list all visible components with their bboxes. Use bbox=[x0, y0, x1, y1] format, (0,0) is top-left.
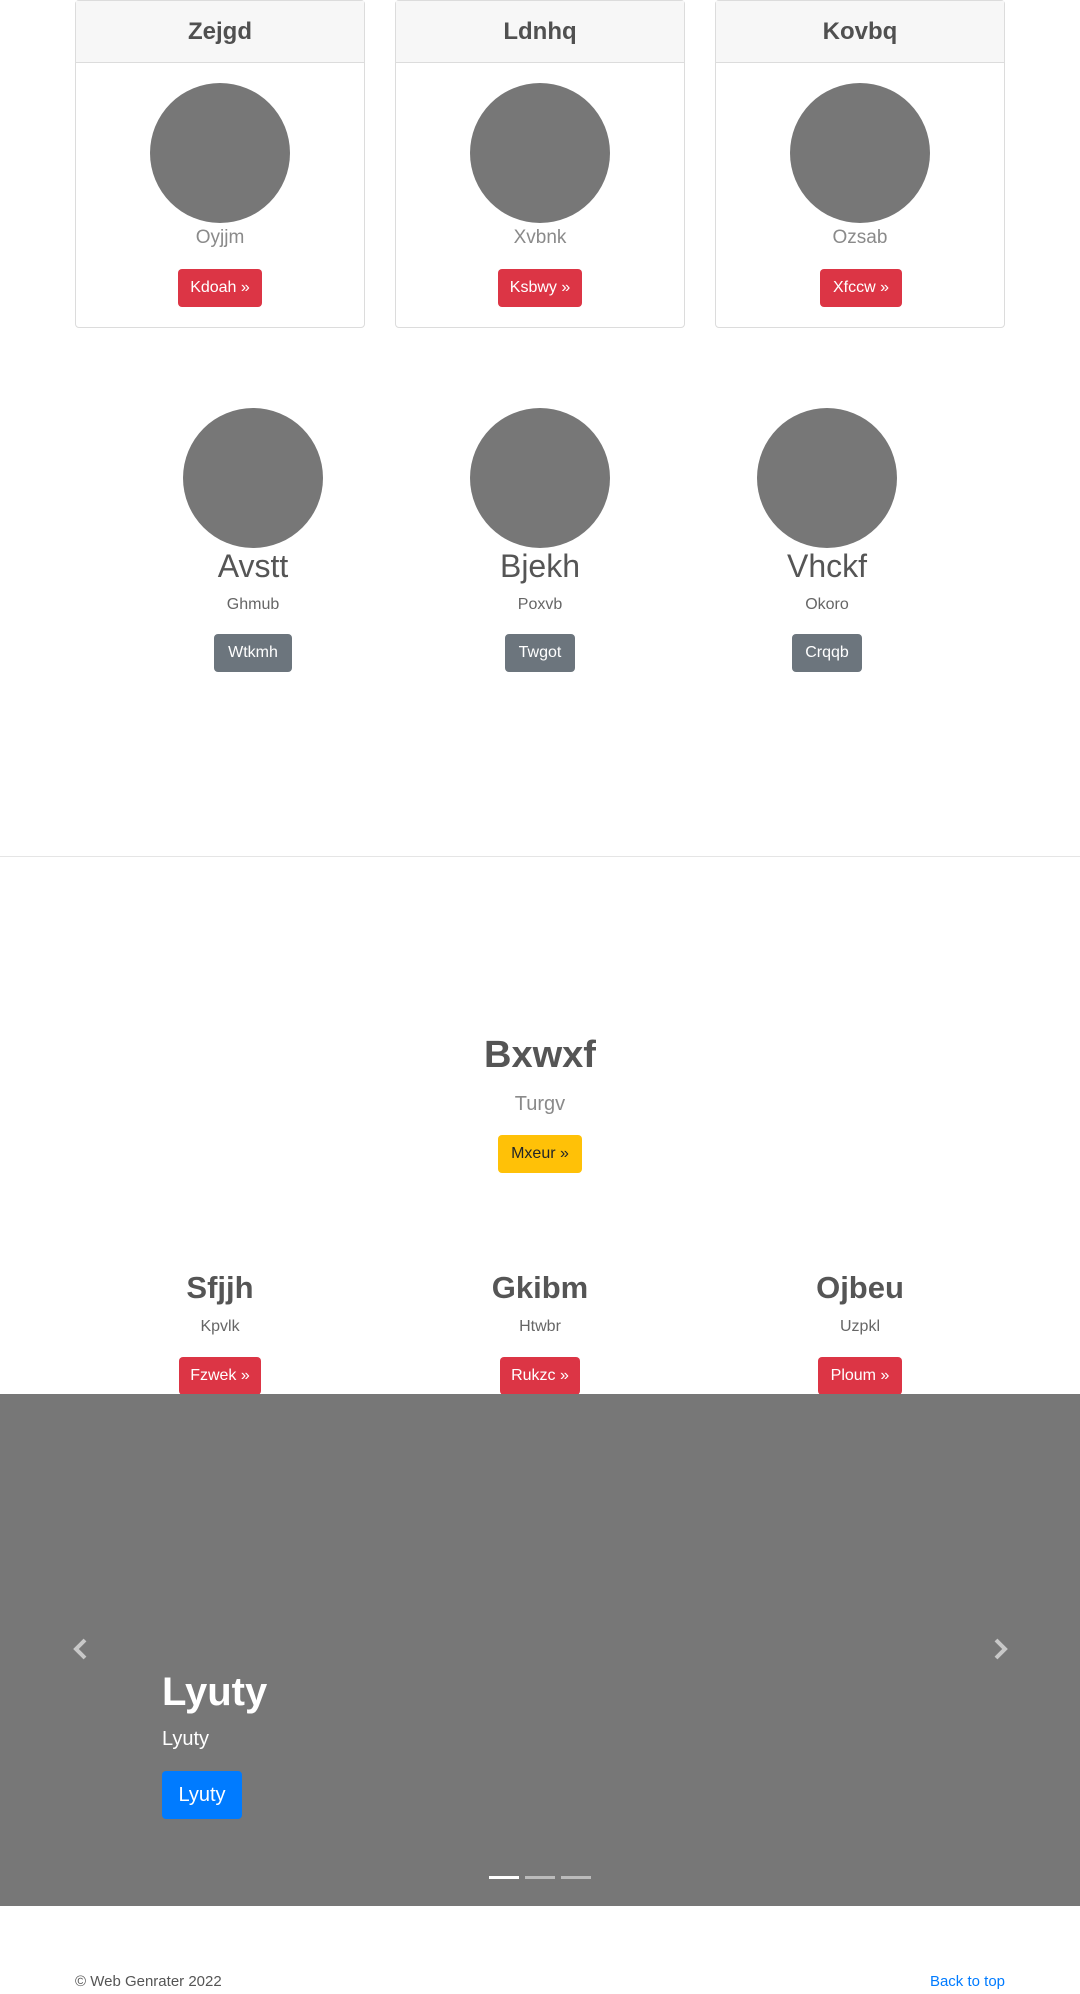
team-avatar bbox=[183, 408, 323, 548]
carousel-indicator[interactable] bbox=[561, 1876, 591, 1879]
card-subtitle: Xvbnk bbox=[513, 227, 567, 248]
team-button[interactable]: Crqqb bbox=[792, 634, 862, 672]
card-3: Kovbq Ozsab Xfccw » bbox=[715, 0, 1005, 328]
carousel-caption-title: Lyuty bbox=[162, 1670, 268, 1714]
column-title: Ojbeu bbox=[816, 1270, 904, 1305]
column-title: Gkibm bbox=[491, 1270, 589, 1305]
column-button[interactable]: Ploum » bbox=[818, 1357, 902, 1395]
feature-subtitle: Turgv bbox=[514, 1093, 566, 1115]
carousel-indicators bbox=[489, 1876, 591, 1879]
column-title: Sfjjh bbox=[186, 1270, 254, 1305]
team-name: Bjekh bbox=[499, 548, 581, 584]
card-title: Zejgd bbox=[76, 1, 364, 63]
card-button[interactable]: Xfccw » bbox=[820, 269, 902, 307]
feature-button[interactable]: Mxeur » bbox=[498, 1135, 582, 1173]
card-subtitle: Oyjjm bbox=[195, 227, 245, 248]
card-image bbox=[150, 83, 290, 223]
column-button[interactable]: Fzwek » bbox=[179, 1357, 261, 1395]
column-subtitle: Uzpkl bbox=[839, 1318, 880, 1335]
team-avatar bbox=[470, 408, 610, 548]
carousel-indicator[interactable] bbox=[489, 1876, 519, 1879]
section-divider bbox=[0, 856, 1080, 857]
chevron-right-icon bbox=[994, 1638, 1008, 1660]
carousel-next-button[interactable] bbox=[985, 1634, 1015, 1664]
carousel-indicator[interactable] bbox=[525, 1876, 555, 1879]
card-image bbox=[790, 83, 930, 223]
card-subtitle: Ozsab bbox=[832, 227, 888, 248]
carousel-caption-button[interactable]: Lyuty bbox=[162, 1771, 242, 1819]
team-name: Avstt bbox=[217, 548, 289, 584]
column-button[interactable]: Rukzc » bbox=[500, 1357, 580, 1395]
card-button[interactable]: Ksbwy » bbox=[498, 269, 582, 307]
back-to-top-link[interactable]: Back to top bbox=[930, 1973, 1005, 1990]
team-role: Ghmub bbox=[226, 596, 280, 613]
team-button[interactable]: Twgot bbox=[505, 634, 575, 672]
column-subtitle: Htwbr bbox=[519, 1318, 561, 1335]
card-image bbox=[470, 83, 610, 223]
team-name: Vhckf bbox=[786, 548, 868, 584]
team-avatar bbox=[757, 408, 897, 548]
card-2: Ldnhq Xvbnk Ksbwy » bbox=[395, 0, 685, 328]
footer-copyright: © Web Genrater 2022 bbox=[75, 1973, 222, 1990]
card-button[interactable]: Kdoah » bbox=[178, 269, 262, 307]
team-role: Okoro bbox=[805, 596, 849, 613]
card-1: Zejgd Oyjjm Kdoah » bbox=[75, 0, 365, 328]
card-title: Ldnhq bbox=[396, 1, 684, 63]
carousel-prev-button[interactable] bbox=[66, 1634, 96, 1664]
chevron-left-icon bbox=[73, 1638, 87, 1660]
team-role: Poxvb bbox=[517, 596, 563, 613]
card-title: Kovbq bbox=[716, 1, 1004, 63]
carousel-caption-subtitle: Lyuty bbox=[162, 1728, 210, 1750]
column-subtitle: Kpvlk bbox=[200, 1318, 240, 1335]
team-button[interactable]: Wtkmh bbox=[214, 634, 292, 672]
carousel: Lyuty Lyuty Lyuty bbox=[0, 1394, 1080, 1906]
feature-title: Bxwxf bbox=[484, 1034, 596, 1076]
